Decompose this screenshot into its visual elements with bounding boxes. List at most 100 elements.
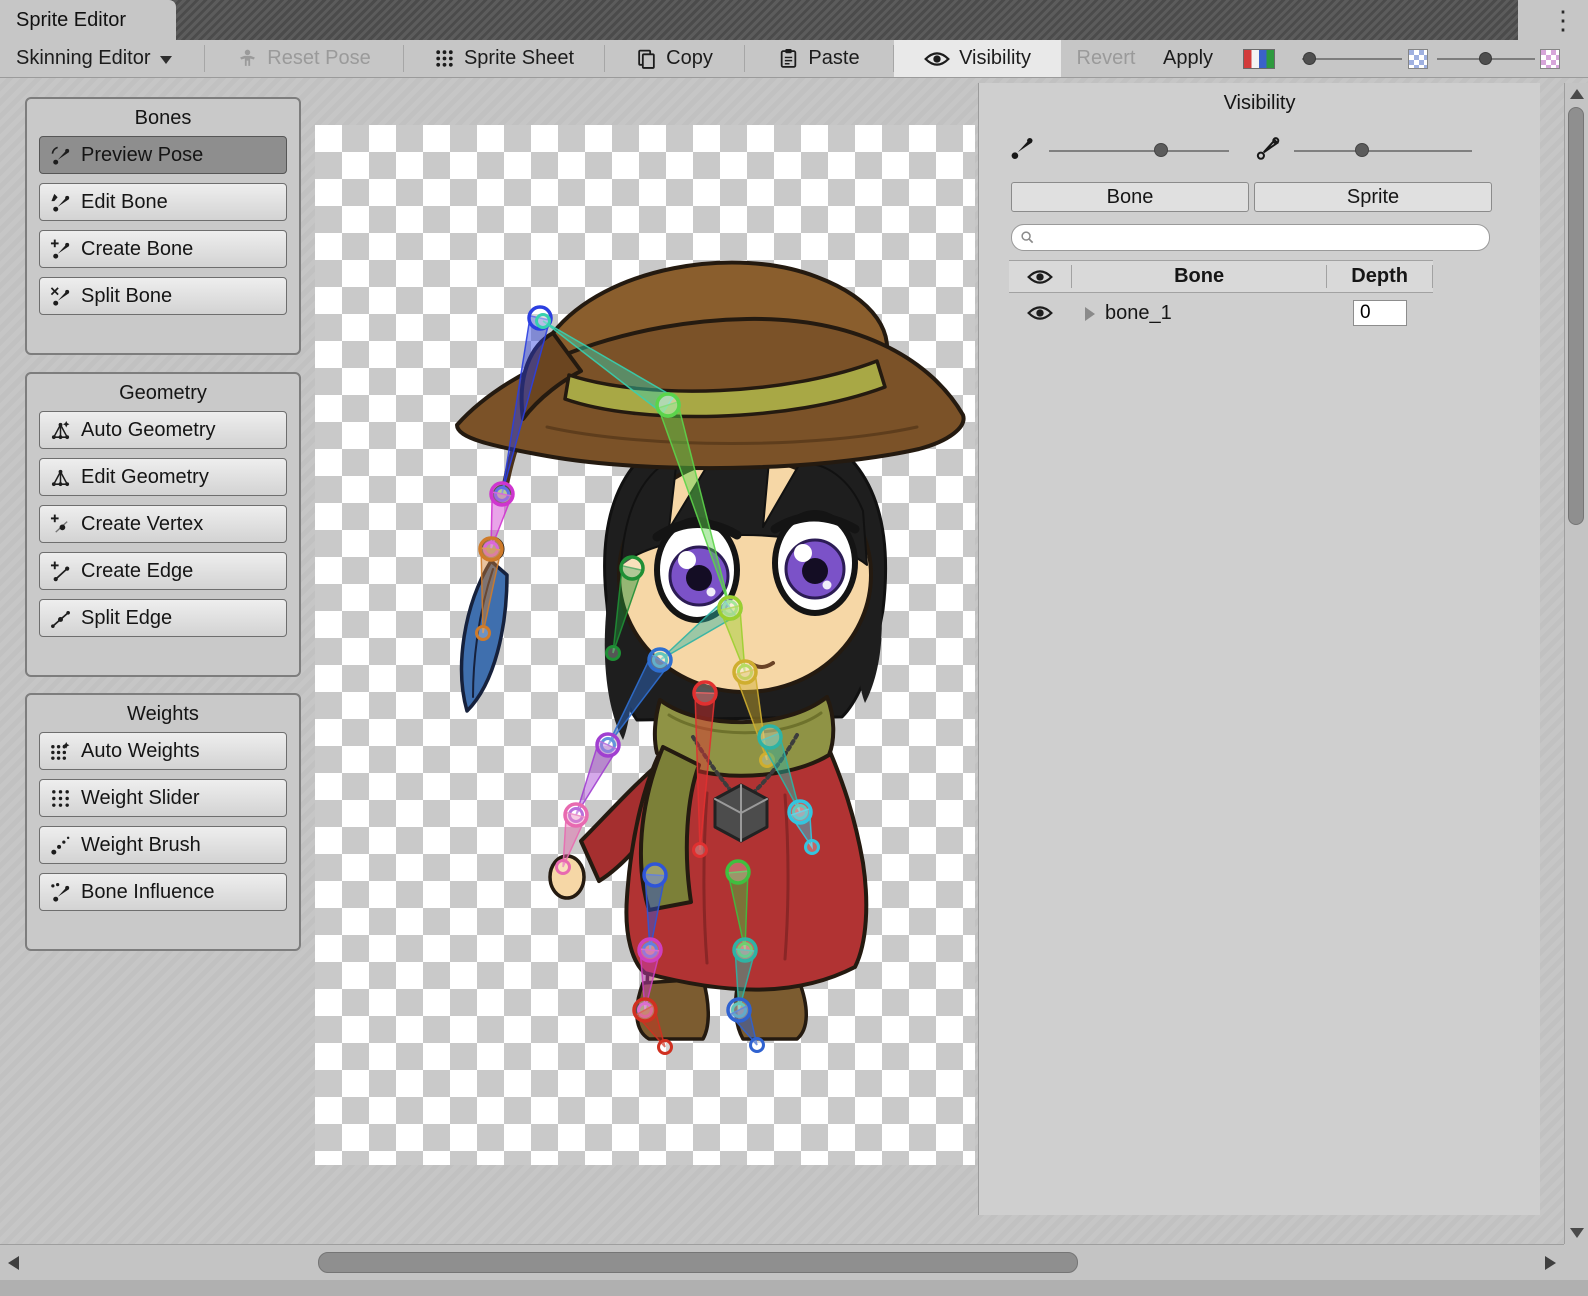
reset-pose-button[interactable]: Reset Pose — [206, 40, 402, 77]
vertical-scrollbar[interactable] — [1564, 83, 1588, 1244]
toolbar-separator — [604, 45, 605, 72]
button-label: Edit Geometry — [81, 466, 209, 489]
button-label: Weight Brush — [81, 834, 201, 857]
search-icon — [1020, 230, 1035, 245]
sprite-sheet-button[interactable]: Sprite Sheet — [405, 40, 603, 77]
weights-panel-title: Weights — [27, 695, 299, 732]
toolbar-slider-2[interactable] — [1437, 58, 1535, 60]
tab-title: Sprite Editor — [16, 9, 126, 32]
eye-column-icon — [1009, 268, 1071, 286]
expand-triangle-icon[interactable] — [1085, 307, 1102, 321]
tab-sprite-editor[interactable]: Sprite Editor — [0, 0, 176, 40]
paste-icon — [778, 48, 799, 69]
tab-bone[interactable]: Bone — [1011, 182, 1249, 212]
vertical-scroll-thumb[interactable] — [1568, 107, 1584, 525]
visibility-tabs: Bone Sprite — [1011, 182, 1492, 212]
slider-handle[interactable] — [1355, 143, 1369, 157]
copy-button[interactable]: Copy — [606, 40, 743, 77]
button-label: Preview Pose — [81, 144, 203, 167]
button-label: Split Edge — [81, 607, 172, 630]
edit-geometry-button[interactable]: Edit Geometry — [39, 458, 287, 496]
sprite-opacity-slider[interactable] — [1294, 150, 1472, 152]
unity-pendant — [715, 785, 767, 841]
scroll-left-arrow[interactable] — [8, 1256, 19, 1270]
search-input[interactable] — [1040, 227, 1489, 248]
preview-pose-button[interactable]: Preview Pose — [39, 136, 287, 174]
edit-geometry-icon — [50, 467, 71, 488]
toolbar-separator — [403, 45, 404, 72]
row-visibility-eye-toggle[interactable] — [1027, 304, 1053, 322]
visibility-panel-title: Visibility — [979, 83, 1540, 115]
edit-bone-button[interactable]: Edit Bone — [39, 183, 287, 221]
kebab-menu-icon[interactable]: ⋮ — [1548, 3, 1578, 37]
visibility-panel: Visibility Bone Sprite Bone Depth bone_1 — [978, 83, 1540, 1215]
create-bone-icon — [50, 239, 71, 260]
bone-influence-icon — [50, 882, 71, 903]
sprite-sheet-icon — [434, 48, 455, 69]
geometry-panel: Geometry Auto Geometry Edit Geometry Creat… — [25, 372, 301, 677]
split-bone-button[interactable]: Split Bone — [39, 277, 287, 315]
search-field[interactable] — [1011, 224, 1490, 251]
button-label: Create Edge — [81, 560, 193, 583]
sprite-canvas[interactable] — [315, 125, 975, 1165]
bone-name: bone_1 — [1105, 302, 1172, 325]
toolbar: Skinning Editor Reset Pose Sprite Sheet … — [0, 40, 1588, 78]
depth-column-header: Depth — [1327, 265, 1432, 288]
bone-influence-button[interactable]: Bone Influence — [39, 873, 287, 911]
chevron-down-icon — [160, 56, 172, 70]
skinning-editor-dropdown[interactable]: Skinning Editor — [10, 40, 196, 77]
auto-geometry-button[interactable]: Auto Geometry — [39, 411, 287, 449]
slider-handle[interactable] — [1154, 143, 1168, 157]
weight-slider-icon — [50, 788, 71, 809]
horizontal-scroll-thumb[interactable] — [318, 1252, 1078, 1273]
slider-handle[interactable] — [1303, 52, 1316, 65]
visibility-button[interactable]: Visibility — [894, 40, 1061, 77]
scrollbar-corner — [1564, 1244, 1588, 1280]
slider-handle[interactable] — [1479, 52, 1492, 65]
geometry-panel-title: Geometry — [27, 374, 299, 411]
create-edge-button[interactable]: Create Edge — [39, 552, 287, 590]
scroll-right-arrow[interactable] — [1545, 1256, 1556, 1270]
auto-weights-icon — [50, 741, 71, 762]
apply-button[interactable]: Apply — [1151, 40, 1225, 77]
weight-brush-button[interactable]: Weight Brush — [39, 826, 287, 864]
button-label: Edit Bone — [81, 191, 168, 214]
copy-icon — [636, 48, 657, 69]
weight-brush-icon — [50, 835, 71, 856]
reset-pose-icon — [237, 48, 258, 69]
bone-row[interactable]: bone_1 — [1009, 295, 1433, 333]
button-label: Auto Weights — [81, 740, 200, 763]
toolbar-separator — [744, 45, 745, 72]
auto-weights-button[interactable]: Auto Weights — [39, 732, 287, 770]
bone-table-body: bone_1 — [1009, 295, 1433, 333]
alpha-checker-icon-2 — [1540, 49, 1560, 69]
tab-sprite[interactable]: Sprite — [1254, 182, 1492, 212]
split-edge-button[interactable]: Split Edge — [39, 599, 287, 637]
create-bone-button[interactable]: Create Bone — [39, 230, 287, 268]
column-separator — [1432, 265, 1433, 288]
toolbar-slider-1[interactable] — [1302, 58, 1402, 60]
bone-column-header: Bone — [1072, 265, 1326, 288]
bones-panel: Bones Preview PoseEdit BoneCreate BoneSp… — [25, 97, 301, 355]
depth-input[interactable] — [1353, 300, 1407, 326]
scroll-up-arrow[interactable] — [1570, 89, 1584, 99]
weight-slider-button[interactable]: Weight Slider — [39, 779, 287, 817]
bone-opacity-slider[interactable] — [1049, 150, 1229, 152]
revert-button[interactable]: Revert — [1063, 40, 1149, 77]
weights-panel: Weights Auto Weights Weight Slider Weight … — [25, 693, 301, 951]
create-vertex-button[interactable]: Create Vertex — [39, 505, 287, 543]
toolbar-separator — [204, 45, 205, 72]
auto-geometry-icon — [50, 420, 71, 441]
tabbar-right-area: ⋮ — [1518, 0, 1588, 40]
horizontal-scrollbar[interactable] — [0, 1244, 1564, 1280]
color-swatch-icon[interactable] — [1243, 49, 1275, 69]
button-label: Weight Slider — [81, 787, 200, 810]
bone-opacity-icon — [1009, 135, 1035, 161]
alpha-checker-icon-1 — [1408, 49, 1428, 69]
paste-button[interactable]: Paste — [746, 40, 892, 77]
split-bone-icon — [50, 286, 71, 307]
bone-table-header: Bone Depth — [1009, 260, 1433, 293]
button-label: Auto Geometry — [81, 419, 216, 442]
sprite-opacity-icon — [1255, 135, 1281, 161]
scroll-down-arrow[interactable] — [1570, 1228, 1584, 1238]
